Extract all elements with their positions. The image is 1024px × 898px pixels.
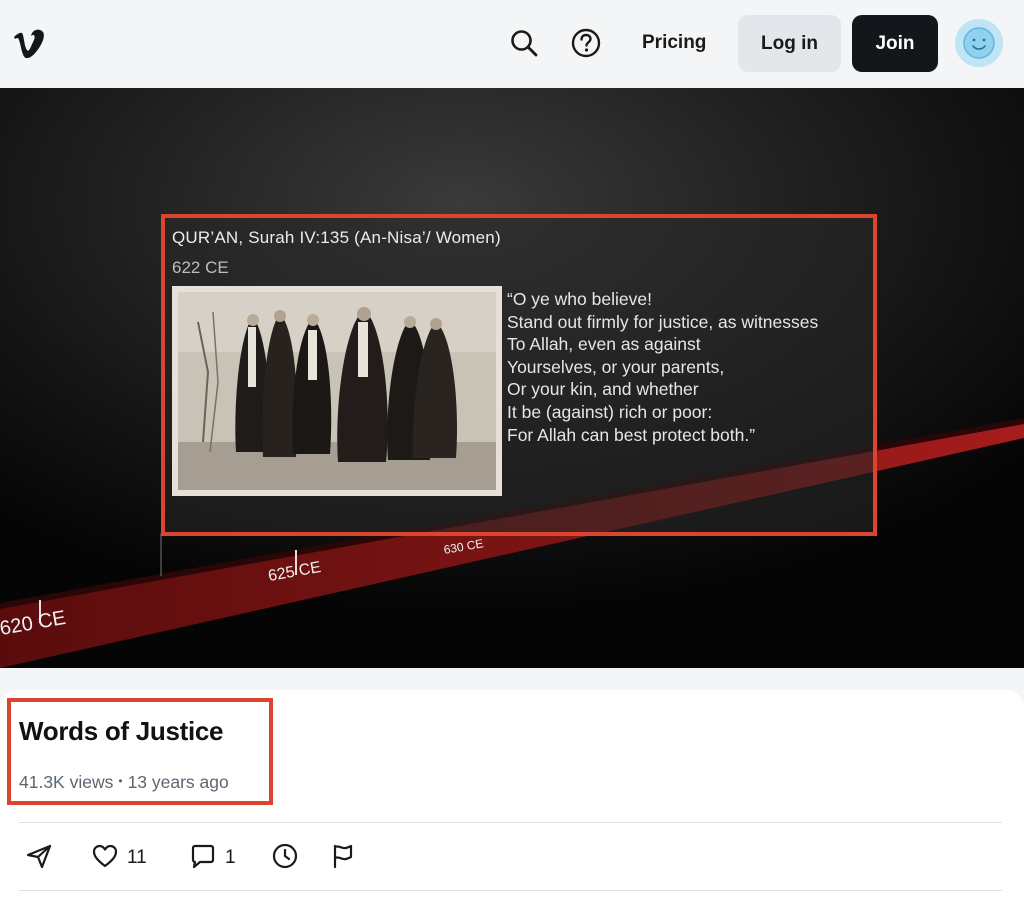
card-title: QUR’AN, Surah IV:135 (An-Nisa’/ Women) xyxy=(172,228,501,247)
clock-icon xyxy=(271,842,299,875)
video-player[interactable]: 620 CE 625 CE 630 CE QUR’AN, Surah IV:13… xyxy=(0,88,1024,668)
login-button[interactable]: Log in xyxy=(738,15,841,72)
send-icon xyxy=(25,842,53,875)
quote-line: For Allah can best protect both.” xyxy=(507,424,756,445)
flag-icon xyxy=(329,842,357,875)
like-button[interactable]: 11 xyxy=(91,838,147,878)
help-circle-icon[interactable] xyxy=(570,26,602,60)
smiley-avatar-icon[interactable] xyxy=(955,19,1003,67)
report-button[interactable] xyxy=(329,838,357,878)
video-meta: 41.3K views • 13 years ago xyxy=(19,772,229,793)
quote-card-highlight: QUR’AN, Surah IV:135 (An-Nisa’/ Women) 6… xyxy=(161,214,877,536)
vimeo-logo-icon[interactable] xyxy=(12,28,48,60)
comment-button[interactable]: 1 xyxy=(189,838,236,878)
like-count: 11 xyxy=(127,847,147,868)
quote-line: Stand out firmly for justice, as witness… xyxy=(507,311,819,332)
comment-count: 1 xyxy=(225,847,236,868)
quote-line: Or your kin, and whether xyxy=(507,379,699,400)
view-count: 41.3K views xyxy=(19,772,114,792)
card-date: 622 CE xyxy=(172,258,229,277)
comment-icon xyxy=(189,842,217,875)
search-icon[interactable] xyxy=(508,26,540,60)
quote-line: “O ye who believe! xyxy=(507,289,652,309)
pricing-link[interactable]: Pricing xyxy=(630,26,718,60)
divider-top xyxy=(19,822,1002,823)
separator-dot: • xyxy=(118,774,123,788)
top-header: Pricing Log in Join xyxy=(0,0,1024,88)
video-title: Words of Justice xyxy=(19,716,224,746)
quote-line: Yourselves, or your parents, xyxy=(507,356,725,377)
heart-icon xyxy=(91,842,119,875)
join-button[interactable]: Join xyxy=(852,15,938,72)
historic-photo-image xyxy=(172,286,502,496)
share-button[interactable] xyxy=(25,838,53,878)
upload-age: 13 years ago xyxy=(127,772,229,792)
watch-later-button[interactable] xyxy=(271,838,299,878)
veiled-women-figures xyxy=(178,292,496,490)
quote-text: “O ye who believe! Stand out firmly for … xyxy=(507,288,877,446)
quote-line: It be (against) rich or poor: xyxy=(507,401,713,422)
divider-bottom xyxy=(19,890,1002,891)
quote-line: To Allah, even as against xyxy=(507,334,701,355)
